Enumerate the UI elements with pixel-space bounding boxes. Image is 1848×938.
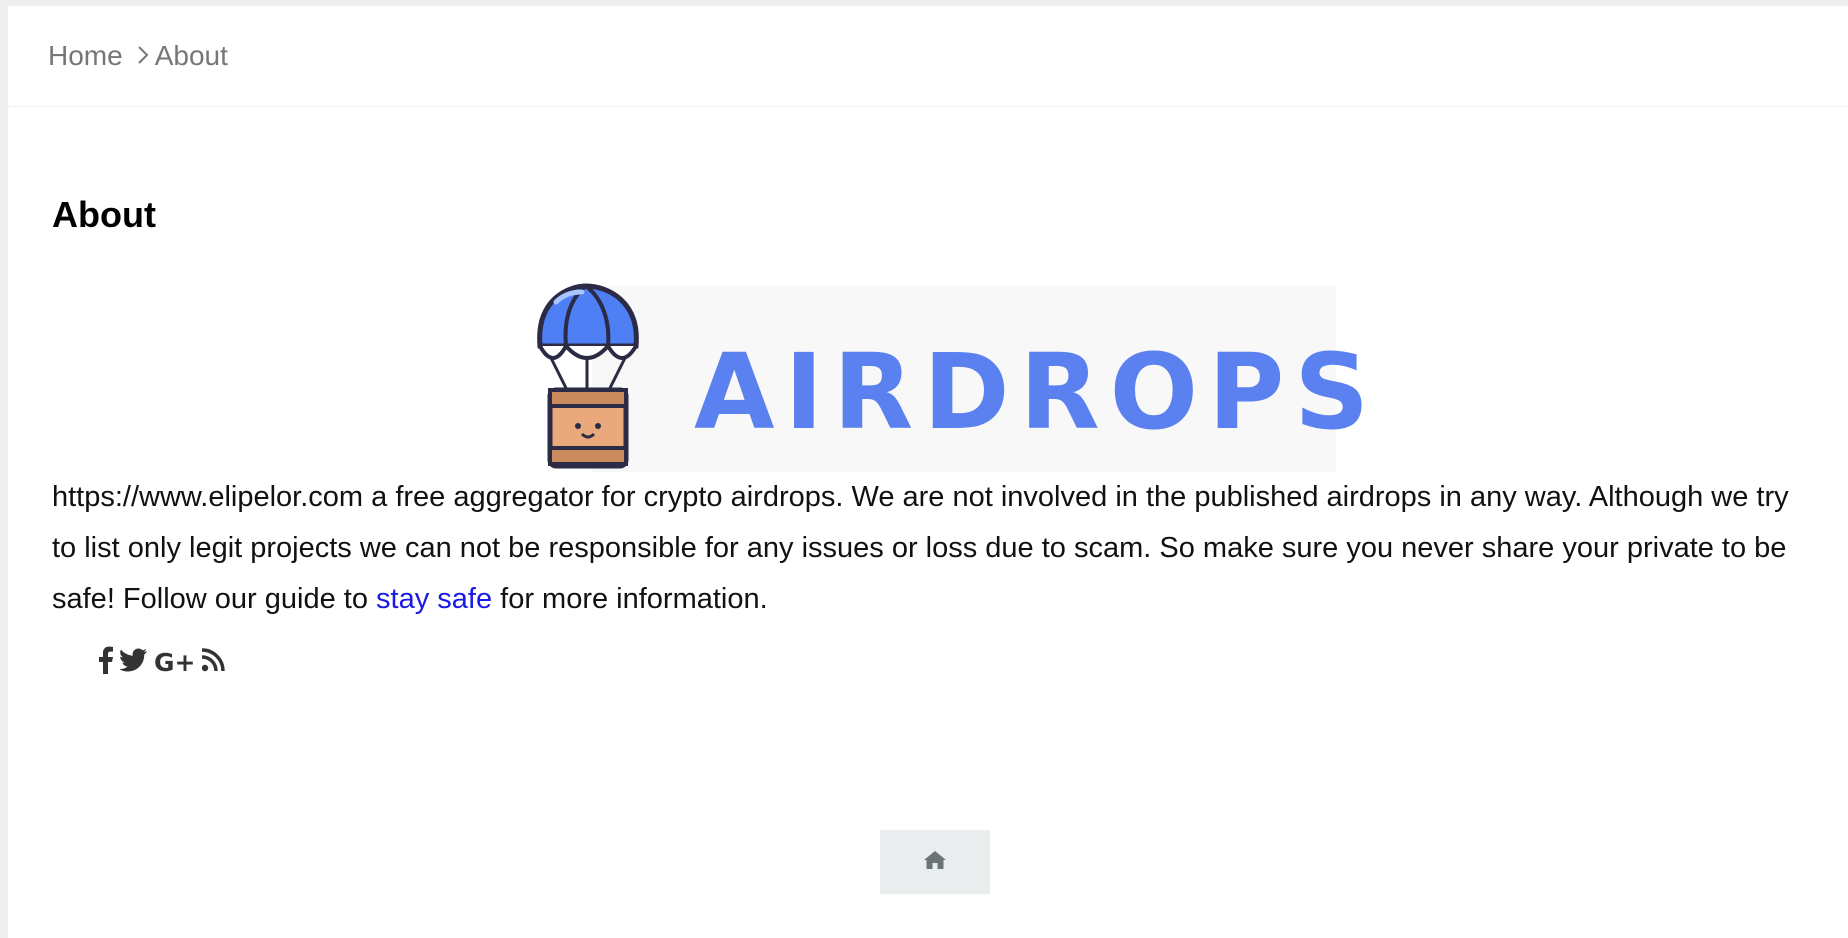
home-button[interactable] (880, 830, 990, 894)
parachute-box-icon (537, 283, 639, 469)
header-divider (8, 106, 1848, 107)
home-icon (923, 850, 947, 875)
google-plus-icon[interactable]: G+ (154, 648, 195, 678)
stay-safe-link[interactable]: stay safe (376, 583, 492, 615)
rss-icon[interactable] (201, 648, 226, 677)
page: Home About About AIRDROPS https://www.el… (8, 6, 1848, 938)
about-paragraph: https://www.elipelor.com a free aggregat… (52, 472, 1812, 625)
banner-logo-text: AIRDROPS (694, 331, 1380, 453)
about-text-end: for more information. (492, 583, 768, 615)
breadcrumb-home-link[interactable]: Home (48, 40, 123, 72)
breadcrumb-current: About (154, 40, 228, 71)
chevron-right-icon (137, 41, 149, 72)
facebook-icon[interactable] (98, 646, 114, 679)
about-text-start: https://www.elipelor.com a free aggregat… (52, 481, 1789, 615)
airdrops-banner: AIRDROPS (528, 280, 1369, 472)
twitter-icon[interactable] (119, 648, 148, 677)
social-links: G+ (98, 646, 226, 679)
breadcrumb: Home About (48, 40, 228, 72)
page-title: About (52, 194, 156, 235)
